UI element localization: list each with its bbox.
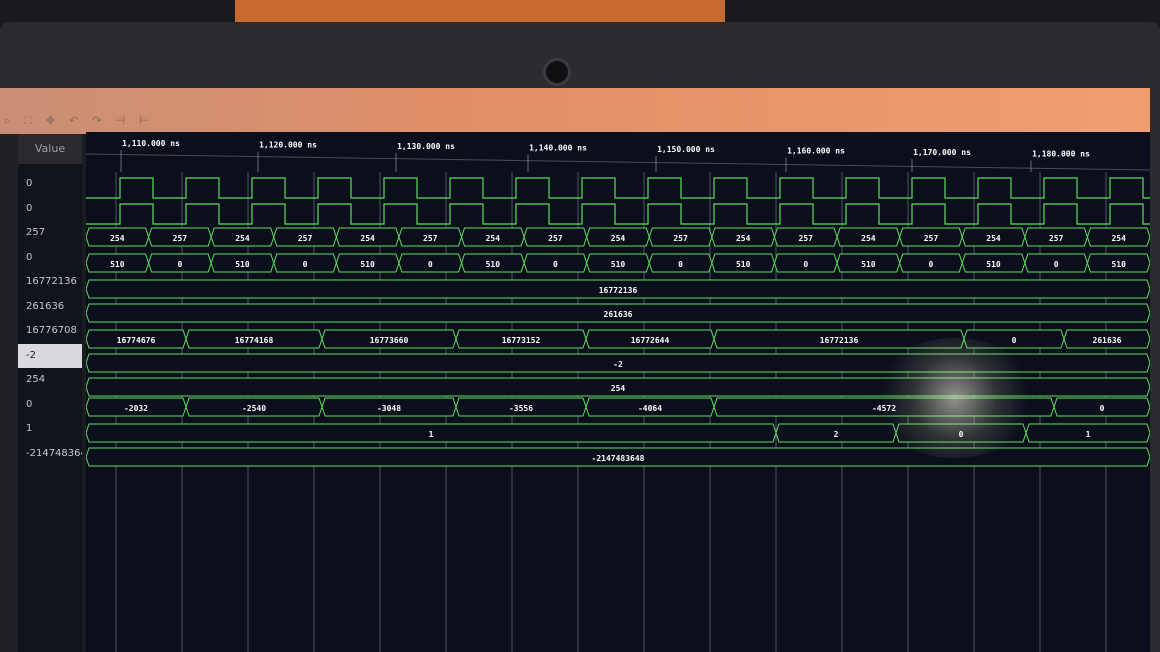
bus-row6-label: 16774676 <box>117 336 156 345</box>
bus-row3-label: 0 <box>303 260 308 269</box>
bus-row2-label: 257 <box>548 234 563 243</box>
value-row[interactable]: -214748364 <box>18 442 82 467</box>
waveform-area[interactable]: 1,110.000 ns 1,120.000 ns 1,130.000 ns 1,14… <box>86 132 1150 652</box>
bus-row2-label: 254 <box>486 234 501 243</box>
bus-row2-label: 254 <box>235 234 250 243</box>
value-row[interactable]: 254 <box>18 368 82 393</box>
bus-row3-label: 510 <box>110 260 125 269</box>
bus-row3-label: 510 <box>235 260 250 269</box>
marker-icon[interactable]: ⊢ <box>139 114 163 127</box>
bus-row7-label: -2 <box>613 360 623 369</box>
value-row[interactable]: 1 <box>18 417 82 442</box>
timeline-tick-label: 1,120.000 ns <box>259 141 317 150</box>
value-row[interactable]: 0 <box>18 393 82 418</box>
bus-row10-label: 1 <box>429 430 434 439</box>
timeline-tick-label: 1,110.000 ns <box>122 139 180 148</box>
bus-row10-label: 1 <box>1086 430 1091 439</box>
bus-row2-label: 254 <box>1111 234 1126 243</box>
bus-row6-label: 16774168 <box>235 336 274 345</box>
bus-row3-label: 0 <box>678 260 683 269</box>
bus-row2-label: 254 <box>986 234 1001 243</box>
bus-row6-label: 16772136 <box>820 336 859 345</box>
bus-row3-label: 0 <box>929 260 934 269</box>
bus-row2-label: 257 <box>924 234 939 243</box>
bus-row2-label: 254 <box>360 234 375 243</box>
bus-row3-label: 510 <box>611 260 626 269</box>
names-panel-edge <box>0 134 18 652</box>
bus-row2-label: 254 <box>611 234 626 243</box>
bus-row9-label: 0 <box>1100 404 1105 413</box>
zoom-out-icon[interactable]: ✥ <box>46 114 69 127</box>
bus-row9-label: -4064 <box>638 404 662 413</box>
toolbar-icons: ⌕⛶✥↶↷⊣⊢ <box>4 114 163 128</box>
zoom-in-icon[interactable]: ⛶ <box>24 114 46 127</box>
values-header: Value <box>18 134 82 164</box>
bus-row3-label: 0 <box>177 260 182 269</box>
bus-row9-label: -3556 <box>509 404 533 413</box>
value-row[interactable]: 0 <box>18 197 82 222</box>
timeline-tick-label: 1,170.000 ns <box>913 148 971 157</box>
bus-row2-label: 254 <box>861 234 876 243</box>
bus-row2-label: 254 <box>110 234 125 243</box>
bus-row6-label: 261636 <box>1093 336 1122 345</box>
value-row[interactable]: 261636 <box>18 295 82 320</box>
value-row[interactable]: 16772136 <box>18 270 82 295</box>
bus-row9-label: -2032 <box>124 404 148 413</box>
bus-row3-label: 510 <box>861 260 876 269</box>
bus-row2-label: 257 <box>799 234 814 243</box>
bus-row3-label: 510 <box>736 260 751 269</box>
value-row[interactable]: 0 <box>18 246 82 271</box>
bus-row3-label: 0 <box>803 260 808 269</box>
bus-row9-label: -4572 <box>872 404 896 413</box>
redo-icon[interactable]: ↷ <box>92 114 115 127</box>
bus-row3-label: 510 <box>1111 260 1126 269</box>
bus-row2-label: 254 <box>736 234 751 243</box>
bus-row10-label: 2 <box>834 430 839 439</box>
bus-row2-label: 257 <box>298 234 313 243</box>
bus-row9-label: -2540 <box>242 404 266 413</box>
bus-row10-label: 0 <box>959 430 964 439</box>
bus-row3-label: 0 <box>428 260 433 269</box>
timeline-tick-label: 1,130.000 ns <box>397 142 455 151</box>
bus-row5-label: 261636 <box>604 310 633 319</box>
waveform-viewer: ⌕⛶✥↶↷⊣⊢ Value 0 0 257 0 16772136 261636 … <box>0 88 1150 652</box>
bus-row2-label: 257 <box>1049 234 1064 243</box>
undo-icon[interactable]: ↶ <box>69 114 92 127</box>
bus-row6-label: 16772644 <box>631 336 670 345</box>
values-panel: Value 0 0 257 0 16772136 261636 16776708… <box>18 134 86 652</box>
bus-row3-label: 0 <box>553 260 558 269</box>
bus-row6-label: 16773660 <box>370 336 409 345</box>
bus-row3-label: 510 <box>986 260 1001 269</box>
value-row-selected[interactable]: -2 <box>18 343 82 368</box>
webcam <box>543 58 571 86</box>
toolbar: ⌕⛶✥↶↷⊣⊢ <box>0 88 1150 134</box>
timeline-tick-label: 1,180.000 ns <box>1032 150 1090 159</box>
bus-row2-label: 257 <box>423 234 438 243</box>
zoom-fit-icon[interactable]: ⌕ <box>4 114 24 127</box>
bus-row8-label: 254 <box>611 384 626 393</box>
bus-row3-label: 510 <box>360 260 375 269</box>
bus-row11-label: -2147483648 <box>592 454 645 463</box>
cursor-icon[interactable]: ⊣ <box>116 114 140 127</box>
bus-row3-label: 510 <box>486 260 501 269</box>
bus-row6-label: 16773152 <box>502 336 541 345</box>
values-list: 0 0 257 0 16772136 261636 16776708 -2 25… <box>18 172 82 466</box>
timeline-tick-label: 1,150.000 ns <box>657 145 715 154</box>
bus-row2-label: 257 <box>673 234 688 243</box>
timeline-tick-label: 1,160.000 ns <box>787 147 845 156</box>
value-row[interactable]: 0 <box>18 172 82 197</box>
bus-row6-label: 0 <box>1012 336 1017 345</box>
value-row[interactable]: 257 <box>18 221 82 246</box>
bus-row3-label: 0 <box>1054 260 1059 269</box>
bus-row9-label: -3048 <box>377 404 401 413</box>
bus-row4-label: 16772136 <box>599 286 638 295</box>
bus-row2-label: 257 <box>173 234 188 243</box>
value-row[interactable]: 16776708 <box>18 319 82 344</box>
timeline-tick-label: 1,140.000 ns <box>529 144 587 153</box>
